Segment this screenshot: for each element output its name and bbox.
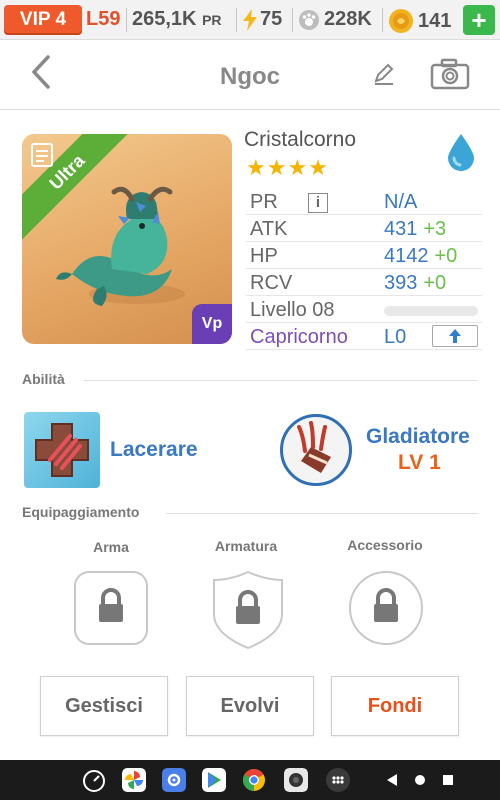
stat-label: PR (250, 191, 278, 213)
star-rating: ★★★★ (246, 155, 329, 180)
chrome-icon[interactable] (242, 768, 266, 792)
home-circle-icon[interactable] (408, 768, 432, 792)
divider (382, 8, 383, 32)
paw-counter[interactable]: 228K (298, 8, 372, 31)
stat-row-pr: PR i N/A (246, 188, 482, 215)
stat-bonus: +0 (423, 272, 447, 294)
level-progress-bar (384, 306, 478, 316)
monster-card-image[interactable]: Ultra Vp (22, 134, 232, 344)
locked-slot-icon (349, 571, 423, 645)
divider (292, 8, 293, 32)
zodiac-level: L0 (384, 326, 407, 348)
arrow-up-icon (449, 329, 461, 343)
camera-button[interactable] (430, 58, 470, 95)
locked-slot-icon (213, 570, 283, 650)
speedometer-icon[interactable] (82, 768, 106, 792)
power-unit: PR (202, 12, 222, 28)
coin-counter[interactable]: 141 (388, 8, 451, 34)
stat-row-atk: ATK 431 +3 (246, 215, 482, 242)
stat-bonus: +3 (423, 218, 447, 240)
resource-bar: VIP 4 L59 265,1K PR 75 228K 141 + (0, 0, 500, 40)
player-level: L59 (86, 8, 121, 30)
vp-badge: Vp (192, 304, 232, 344)
info-icon[interactable]: i (308, 193, 328, 213)
add-currency-button[interactable]: + (463, 5, 495, 35)
slot-label-weapon: Arma (93, 539, 129, 555)
zodiac-label[interactable]: Capricorno (250, 326, 348, 349)
manage-button[interactable]: Gestisci (40, 676, 168, 736)
slot-label-accessory: Accessorio (347, 537, 423, 553)
stat-label: HP (250, 245, 278, 267)
stat-label: ATK (250, 218, 288, 240)
page-title: Ngoc (220, 63, 280, 90)
lightning-icon (243, 8, 257, 31)
recents-square-icon[interactable] (436, 768, 460, 792)
locked-slot-icon (74, 571, 148, 645)
paw-value: 228K (324, 8, 372, 30)
claw-icon (297, 421, 331, 473)
accessory-slot[interactable] (348, 570, 424, 646)
stat-row-rcv: RCV 393 +0 (246, 269, 482, 296)
zodiac-upgrade-button[interactable] (432, 325, 478, 347)
skill-name[interactable]: Lacerare (110, 438, 198, 462)
camera-icon (430, 58, 470, 90)
stat-value: 431 +3 (384, 218, 447, 240)
settings-app-icon[interactable] (162, 768, 186, 792)
divider (126, 8, 127, 32)
app-drawer-icon[interactable] (326, 768, 350, 792)
divider (84, 380, 478, 381)
paw-icon (299, 9, 319, 30)
class-name: Gladiatore (366, 425, 470, 448)
level-row: Livello 08 (246, 296, 482, 323)
stat-row-hp: HP 4142 +0 (246, 242, 482, 269)
stat-bonus: +0 (434, 245, 458, 267)
level-label: Livello 08 (250, 299, 335, 321)
energy-value: 75 (260, 8, 283, 30)
creature-illustration (56, 186, 185, 306)
skill-icon[interactable] (24, 412, 100, 488)
class-level: LV 1 (398, 451, 441, 474)
coin-value: 141 (418, 9, 452, 32)
monster-detail-screen: VIP 4 L59 265,1K PR 75 228K 141 + Ngoc U… (0, 0, 500, 800)
stat-value: 4142 +0 (384, 245, 458, 267)
edit-name-button[interactable] (372, 62, 396, 91)
power-rating: 265,1K PR (132, 8, 222, 31)
medical-cross-icon (35, 423, 89, 477)
photos-icon[interactable] (122, 768, 146, 792)
water-drop-icon (448, 134, 474, 171)
equipment-heading: Equipaggiamento (22, 504, 140, 520)
weapon-slot[interactable] (73, 570, 149, 646)
coin-icon (389, 9, 413, 33)
merge-button[interactable]: Fondi (331, 676, 459, 736)
armor-slot[interactable] (210, 570, 286, 650)
back-triangle-icon[interactable] (380, 768, 404, 792)
vip-badge[interactable]: VIP 4 (4, 5, 82, 35)
stat-value: 393 +0 (384, 272, 447, 294)
monster-name: Cristalcorno (244, 128, 357, 151)
zodiac-row: Capricorno L0 (246, 323, 482, 350)
pencil-icon (374, 63, 394, 85)
stat-label: RCV (250, 272, 293, 294)
power-value: 265,1K (132, 8, 197, 30)
class-icon[interactable] (280, 414, 352, 486)
page-header: Ngoc (0, 42, 500, 110)
stat-value: N/A (384, 191, 418, 213)
stats-table: PR i N/A ATK 431 +3 HP 4142 +0 RCV 393 +0 L… (246, 188, 482, 350)
document-icon (30, 142, 54, 173)
camera-app-icon[interactable] (284, 768, 308, 792)
abilities-heading: Abilità (22, 371, 65, 387)
system-navigation-bar (0, 760, 500, 800)
energy-counter[interactable]: 75 (242, 8, 282, 31)
play-store-icon[interactable] (202, 768, 226, 792)
divider (236, 8, 237, 32)
divider (166, 513, 478, 514)
slot-label-armor: Armatura (214, 538, 278, 554)
evolve-button[interactable]: Evolvi (186, 676, 314, 736)
